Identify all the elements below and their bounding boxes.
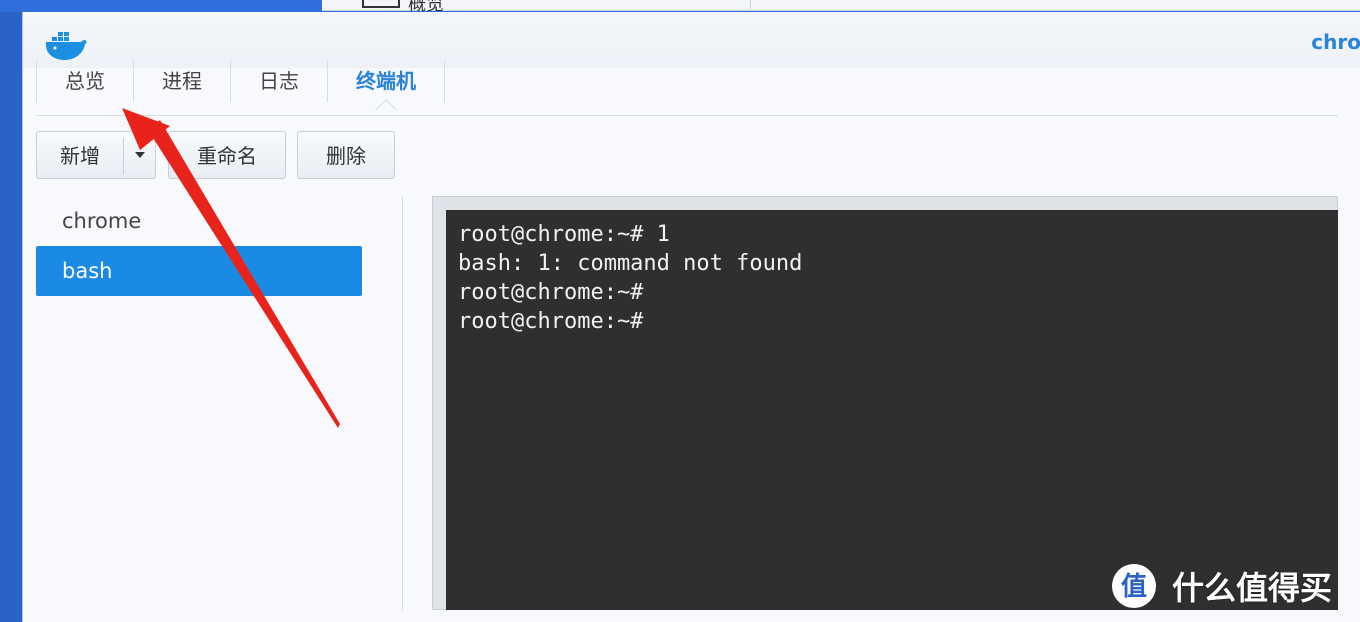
tab-terminal[interactable]: 终端机: [327, 60, 445, 121]
tab-processes[interactable]: 进程: [133, 60, 230, 102]
terminal-line: root@chrome:~#: [458, 309, 644, 334]
terminal-console[interactable]: root@chrome:~# 1 bash: 1: command not fo…: [446, 210, 1338, 610]
session-item-bash[interactable]: bash: [36, 246, 362, 296]
new-button-label: 新增: [60, 144, 100, 168]
svg-text:值: 值: [1121, 572, 1147, 602]
tab-overview[interactable]: 总览: [36, 60, 133, 102]
terminal-line: root@chrome:~# 1: [458, 222, 670, 247]
docker-whale-icon: [46, 32, 87, 60]
chevron-down-icon[interactable]: [135, 152, 145, 158]
background-window-icon: [362, 0, 400, 8]
tab-bar: 总览 进程 日志 终端机: [36, 60, 445, 121]
new-button[interactable]: 新增: [36, 131, 156, 179]
terminal-line: root@chrome:~#: [458, 280, 644, 305]
background-window: [322, 0, 1360, 11]
delete-button[interactable]: 删除: [297, 131, 395, 179]
background-window-divider: [750, 0, 751, 10]
smzdm-logo-icon: 值: [1112, 564, 1156, 608]
new-button-split-divider: [123, 138, 124, 174]
panel-divider: [402, 196, 403, 610]
rename-button[interactable]: 重命名: [168, 131, 286, 179]
watermark-text: 什么值得买: [1172, 569, 1333, 607]
session-item-chrome[interactable]: chrome: [36, 196, 362, 246]
window-title: chro: [1311, 30, 1360, 54]
terminal-line: bash: 1: command not found: [458, 251, 803, 276]
watermark: 值 什么值得买: [1110, 562, 1332, 610]
tab-divider-line: [36, 115, 1338, 116]
tab-logs[interactable]: 日志: [230, 60, 327, 102]
terminal-session-list: chrome bash: [36, 196, 362, 296]
tab-terminal-label: 终端机: [356, 69, 416, 93]
